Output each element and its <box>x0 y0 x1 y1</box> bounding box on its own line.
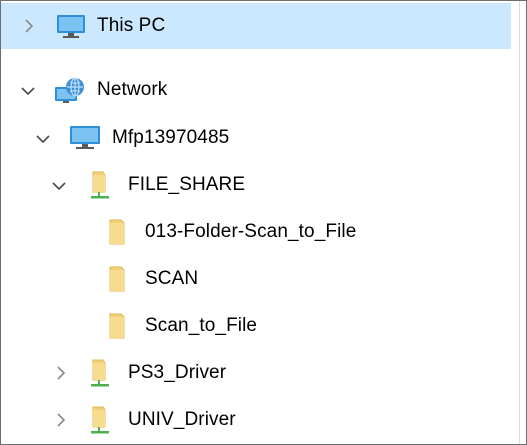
shared-folder-icon <box>89 358 111 388</box>
tree-item-label: 013-Folder-Scan_to_File <box>145 221 357 242</box>
tree-item-label: SCAN <box>145 268 199 289</box>
chevron-down-icon[interactable] <box>20 83 36 99</box>
tree-item-label: Mfp13970485 <box>112 127 230 148</box>
tree-item-univ-driver[interactable]: UNIV_Driver <box>1 397 511 443</box>
chevron-down-icon[interactable] <box>51 178 67 194</box>
navigation-pane: This PC Network Mfp13970485 FILE_SHARE 0… <box>0 0 527 445</box>
chevron-down-icon[interactable] <box>35 131 51 147</box>
shared-folder-icon <box>89 405 111 435</box>
tree-item-label: Scan_to_File <box>145 315 258 336</box>
folder-icon <box>107 218 131 246</box>
tree-item-label: UNIV_Driver <box>128 409 236 430</box>
tree-item-mfp[interactable]: Mfp13970485 <box>1 115 511 161</box>
tree-item-network[interactable]: Network <box>1 67 511 113</box>
tree-item-label: This PC <box>97 15 166 36</box>
chevron-right-icon[interactable] <box>53 365 69 381</box>
tree-item-ps3-driver[interactable]: PS3_Driver <box>1 350 511 396</box>
scrollbar-track[interactable] <box>519 1 520 444</box>
tree-item-this-pc[interactable]: This PC <box>1 3 511 49</box>
tree-item-file-share[interactable]: FILE_SHARE <box>1 162 511 208</box>
tree-item-label: FILE_SHARE <box>128 174 246 195</box>
folder-icon <box>107 312 131 340</box>
computer-icon <box>68 124 102 152</box>
tree-item-label: Network <box>97 79 168 100</box>
tree-item-label: PS3_Driver <box>128 362 227 383</box>
shared-folder-icon <box>89 170 111 200</box>
monitor-icon <box>55 13 87 41</box>
tree-item-folder[interactable]: Scan_to_File <box>1 303 511 349</box>
chevron-right-icon[interactable] <box>21 18 37 34</box>
folder-icon <box>107 265 131 293</box>
network-globe-icon <box>53 75 87 105</box>
tree-item-folder[interactable]: 013-Folder-Scan_to_File <box>1 209 511 255</box>
tree-item-folder[interactable]: SCAN <box>1 256 511 302</box>
chevron-right-icon[interactable] <box>53 412 69 428</box>
